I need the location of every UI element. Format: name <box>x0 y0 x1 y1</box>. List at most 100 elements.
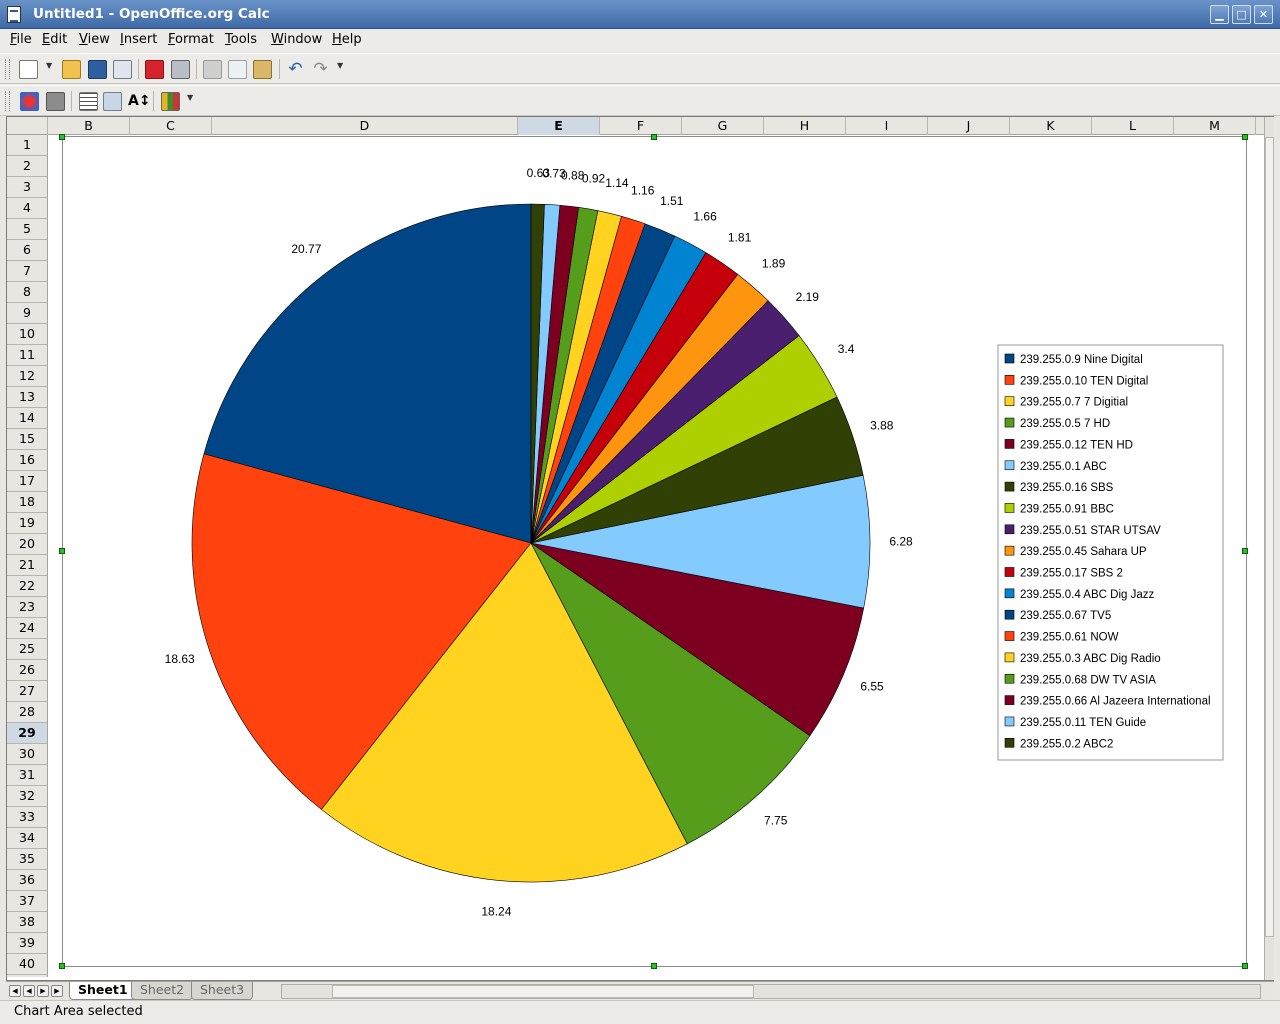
row-header-38[interactable]: 38 <box>7 912 47 933</box>
menu-tools[interactable]: Tools <box>225 32 257 47</box>
minimize-button[interactable]: ▁ <box>1210 5 1229 24</box>
selection-handle[interactable] <box>59 548 65 554</box>
row-header-6[interactable]: 6 <box>7 240 47 261</box>
row-header-21[interactable]: 21 <box>7 555 47 576</box>
legend-icon[interactable] <box>103 92 122 111</box>
row-header-36[interactable]: 36 <box>7 870 47 891</box>
column-header-l[interactable]: L <box>1092 117 1174 135</box>
row-header-19[interactable]: 19 <box>7 513 47 534</box>
menu-window[interactable]: Window <box>271 32 322 47</box>
column-header-c[interactable]: C <box>130 117 212 135</box>
row-header-9[interactable]: 9 <box>7 303 47 324</box>
menu-file[interactable]: File <box>10 32 32 47</box>
select-all-corner[interactable] <box>7 117 48 135</box>
chart-type-icon[interactable] <box>161 92 180 111</box>
row-header-1[interactable]: 1 <box>7 135 47 156</box>
prev-sheet-icon[interactable]: ◀ <box>23 985 35 997</box>
chart-color-icon[interactable] <box>20 92 39 111</box>
row-header-4[interactable]: 4 <box>7 198 47 219</box>
vertical-scrollbar-thumb[interactable] <box>1265 137 1274 937</box>
horizontal-scrollbar[interactable] <box>281 984 1261 999</box>
export-pdf-icon[interactable] <box>145 60 164 79</box>
menu-insert[interactable]: Insert <box>120 32 157 47</box>
chevron-down-icon[interactable]: ▼ <box>187 93 195 113</box>
row-header-17[interactable]: 17 <box>7 471 47 492</box>
menu-view[interactable]: View <box>79 32 110 47</box>
column-header-j[interactable]: J <box>928 117 1010 135</box>
vertical-scrollbar[interactable] <box>1264 117 1274 980</box>
row-header-23[interactable]: 23 <box>7 597 47 618</box>
email-icon[interactable] <box>113 60 132 79</box>
sheet-tab-3[interactable]: Sheet3 <box>191 982 254 1000</box>
column-header-m[interactable]: M <box>1174 117 1256 135</box>
column-header-i[interactable]: I <box>846 117 928 135</box>
chart-area[interactable]: 20.77 18.63 18.24 7.75 6.55 6.28 3.88 3.4 2.19 1.… <box>62 136 1247 967</box>
selection-handle[interactable] <box>59 134 65 140</box>
grid-icon[interactable] <box>79 92 98 111</box>
scale-text-icon[interactable]: A↕ <box>128 92 151 111</box>
row-header-13[interactable]: 13 <box>7 387 47 408</box>
row-header-26[interactable]: 26 <box>7 660 47 681</box>
row-header-20[interactable]: 20 <box>7 534 47 555</box>
new-document-icon[interactable] <box>19 60 38 79</box>
row-header-29[interactable]: 29 <box>7 723 47 744</box>
row-header-14[interactable]: 14 <box>7 408 47 429</box>
open-folder-icon[interactable] <box>62 60 81 79</box>
row-header-37[interactable]: 37 <box>7 891 47 912</box>
row-header-7[interactable]: 7 <box>7 261 47 282</box>
horizontal-scrollbar-thumb[interactable] <box>332 985 754 998</box>
column-header-g[interactable]: G <box>682 117 764 135</box>
menu-edit[interactable]: Edit <box>42 32 67 47</box>
row-header-25[interactable]: 25 <box>7 639 47 660</box>
row-header-15[interactable]: 15 <box>7 429 47 450</box>
row-header-32[interactable]: 32 <box>7 786 47 807</box>
sheet-tab-1[interactable]: Sheet1 <box>69 982 137 1000</box>
chevron-down-icon[interactable]: ▼ <box>46 61 54 81</box>
row-header-30[interactable]: 30 <box>7 744 47 765</box>
column-header-h[interactable]: H <box>764 117 846 135</box>
row-header-40[interactable]: 40 <box>7 954 47 975</box>
row-header-12[interactable]: 12 <box>7 366 47 387</box>
row-header-39[interactable]: 39 <box>7 933 47 954</box>
sheet-tab-2[interactable]: Sheet2 <box>131 982 194 1000</box>
selection-handle[interactable] <box>1242 134 1248 140</box>
spreadsheet-grid[interactable]: BCDEFGHIJKLM 1 2 3 4 5 6 7 8 9 10 11 12 13 14 15 16 17 18… <box>6 116 1274 981</box>
toolbar-overflow-icon[interactable]: ▼ <box>337 61 345 81</box>
row-header-35[interactable]: 35 <box>7 849 47 870</box>
selection-handle[interactable] <box>1242 548 1248 554</box>
last-sheet-icon[interactable]: ▶ <box>51 985 63 997</box>
save-icon[interactable] <box>88 60 107 79</box>
close-button[interactable]: ✕ <box>1254 5 1273 24</box>
row-header-16[interactable]: 16 <box>7 450 47 471</box>
pie-chart[interactable]: 20.77 18.63 18.24 7.75 6.55 6.28 3.88 3.4 2.19 1.… <box>63 137 1246 966</box>
selection-handle[interactable] <box>651 963 657 969</box>
row-header-3[interactable]: 3 <box>7 177 47 198</box>
chart-wall-icon[interactable] <box>46 92 65 111</box>
first-sheet-icon[interactable]: ◀ <box>9 985 21 997</box>
redo-icon[interactable]: ↷ <box>311 60 330 79</box>
row-header-2[interactable]: 2 <box>7 156 47 177</box>
column-header-f[interactable]: F <box>600 117 682 135</box>
row-header-5[interactable]: 5 <box>7 219 47 240</box>
row-header-27[interactable]: 27 <box>7 681 47 702</box>
print-icon[interactable] <box>171 60 190 79</box>
column-header-e[interactable]: E <box>518 117 600 135</box>
menu-format[interactable]: Format <box>168 32 214 47</box>
selection-handle[interactable] <box>1242 963 1248 969</box>
row-header-18[interactable]: 18 <box>7 492 47 513</box>
paste-icon[interactable] <box>253 60 272 79</box>
row-header-33[interactable]: 33 <box>7 807 47 828</box>
row-header-34[interactable]: 34 <box>7 828 47 849</box>
column-header-k[interactable]: K <box>1010 117 1092 135</box>
column-header-b[interactable]: B <box>48 117 130 135</box>
row-header-8[interactable]: 8 <box>7 282 47 303</box>
cut-icon[interactable] <box>203 60 222 79</box>
copy-icon[interactable] <box>228 60 247 79</box>
row-header-31[interactable]: 31 <box>7 765 47 786</box>
toolbar-grip[interactable] <box>5 91 10 111</box>
menu-help[interactable]: Help <box>332 32 362 47</box>
next-sheet-icon[interactable]: ▶ <box>37 985 49 997</box>
column-header-d[interactable]: D <box>212 117 518 135</box>
row-header-24[interactable]: 24 <box>7 618 47 639</box>
row-header-22[interactable]: 22 <box>7 576 47 597</box>
